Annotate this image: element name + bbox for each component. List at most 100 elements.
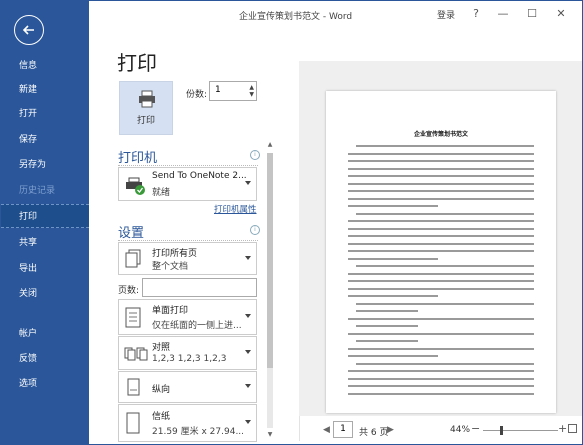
text-line [356, 340, 418, 342]
orientation-dropdown[interactable]: 纵向 [118, 371, 257, 403]
text-line [348, 205, 438, 207]
zoom-out-icon[interactable]: − [471, 422, 480, 435]
text-line [348, 280, 534, 282]
chevron-down-icon [245, 314, 251, 318]
nav-item-share[interactable]: 共享 [1, 231, 89, 255]
nav-item-close[interactable]: 关闭 [1, 282, 89, 306]
text-line [348, 287, 534, 290]
text-line [356, 265, 534, 267]
total-pages: 共 6 页 [359, 428, 389, 438]
nav-item-save-as[interactable]: 另存为 [1, 153, 89, 177]
back-arrow-icon [22, 25, 34, 35]
print-button[interactable]: 打印 [119, 81, 173, 135]
single-sided-icon [125, 307, 141, 328]
pages-input[interactable] [142, 278, 257, 297]
page-title: 打印 [117, 51, 157, 75]
paper-size-dropdown[interactable]: 信纸 21.59 厘米 x 27.94... [118, 404, 257, 442]
text-line [348, 167, 534, 170]
info-icon[interactable]: i [250, 225, 260, 235]
text-line [348, 370, 534, 372]
printer-status: 就绪 [152, 188, 171, 198]
text-line [356, 310, 418, 312]
orientation-title: 纵向 [152, 385, 171, 395]
nav-item-account[interactable]: 帐户 [1, 322, 89, 346]
text-line [356, 362, 534, 365]
print-button-label: 打印 [136, 116, 155, 126]
nav-item-feedback[interactable]: 反馈 [1, 347, 89, 371]
text-line [348, 385, 534, 387]
text-line [348, 347, 534, 350]
zoom-slider[interactable] [483, 430, 558, 431]
portrait-icon [127, 378, 140, 396]
pages-icon [125, 249, 141, 268]
text-line [356, 145, 534, 147]
text-line [348, 235, 534, 237]
text-line [348, 175, 534, 177]
print-range-dropdown[interactable]: 打印所有页 整个文档 [118, 242, 257, 275]
text-line [348, 242, 534, 245]
scroll-up-icon[interactable]: ▲ [265, 141, 275, 148]
login-link[interactable]: 登录 [437, 8, 455, 21]
minimize-button[interactable]: — [494, 7, 512, 20]
paper-title: 信纸 [152, 412, 171, 422]
nav-item-options[interactable]: 选项 [1, 372, 89, 396]
print-preview: 企业宣传策划书范文 [299, 61, 582, 416]
text-line [356, 212, 534, 215]
sides-dropdown[interactable]: 单面打印 仅在纸面的一侧上进... [118, 299, 257, 335]
pages-label: 页数: [118, 286, 140, 296]
next-page-icon[interactable]: ▶ [387, 425, 394, 435]
title-bar: 企业宣传策划书范文 - Word 登录 ? — ☐ ✕ [89, 1, 582, 29]
text-line [356, 302, 534, 305]
text-line [348, 392, 534, 395]
print-range-subtitle: 整个文档 [152, 262, 189, 272]
settings-scrollbar[interactable]: ▲ ▼ [265, 141, 275, 441]
back-button[interactable] [14, 15, 44, 45]
text-line [348, 197, 534, 200]
backstage-nav: 信息 新建 打开 保存 另存为 历史记录 打印 共享 导出 关闭 帐户 反馈 选… [1, 1, 89, 444]
text-line [348, 272, 534, 275]
text-line [348, 317, 534, 320]
nav-item-export[interactable]: 导出 [1, 257, 89, 281]
window-title: 企业宣传策划书范文 - Word [239, 12, 353, 22]
info-icon[interactable]: i [250, 150, 260, 160]
nav-item-info[interactable]: 信息 [1, 54, 89, 78]
chevron-down-icon [245, 384, 251, 388]
text-line [356, 325, 418, 327]
print-range-title: 打印所有页 [152, 249, 198, 259]
nav-item-history: 历史记录 [19, 186, 56, 196]
printer-properties-link[interactable]: 打印机属性 [214, 203, 257, 215]
settings-section-title: 设置 [118, 226, 145, 241]
printer-dropdown[interactable]: Send To OneNote 2... 就绪 [118, 167, 257, 201]
paper-icon [126, 412, 140, 434]
spinner-icon[interactable]: ▲ ▼ [249, 84, 254, 98]
zoom-in-icon[interactable]: + [558, 422, 567, 435]
text-line [348, 250, 534, 252]
maximize-button[interactable]: ☐ [523, 7, 541, 20]
printer-name: Send To OneNote 2... [152, 171, 247, 181]
previous-page-icon[interactable]: ◀ [323, 425, 330, 435]
nav-item-new[interactable]: 新建 [1, 78, 89, 102]
divider [118, 240, 258, 241]
zoom-slider-thumb[interactable] [500, 426, 503, 435]
help-button[interactable]: ? [467, 7, 485, 20]
zoom-level[interactable]: 44% [450, 425, 470, 435]
zoom-to-page-icon[interactable] [568, 424, 577, 433]
collate-dropdown[interactable]: 对照 1,2,3 1,2,3 1,2,3 [118, 336, 257, 370]
nav-item-save[interactable]: 保存 [1, 128, 89, 152]
text-line [348, 227, 534, 230]
text-line [348, 257, 438, 260]
text-line [348, 295, 438, 297]
copies-stepper[interactable]: 1 ▲ ▼ [209, 81, 257, 101]
text-line [348, 190, 534, 192]
close-button[interactable]: ✕ [552, 7, 570, 20]
printer-ready-icon [126, 177, 145, 195]
sides-subtitle: 仅在纸面的一侧上进... [152, 321, 242, 331]
current-page-input[interactable]: 1 [333, 421, 353, 438]
text-line [348, 160, 534, 162]
scroll-down-icon[interactable]: ▼ [265, 431, 275, 438]
nav-item-print[interactable]: 打印 [1, 204, 89, 228]
scroll-thumb[interactable] [267, 153, 273, 368]
chevron-down-icon [245, 255, 251, 260]
nav-item-open[interactable]: 打开 [1, 102, 89, 126]
chevron-down-icon [245, 420, 251, 424]
